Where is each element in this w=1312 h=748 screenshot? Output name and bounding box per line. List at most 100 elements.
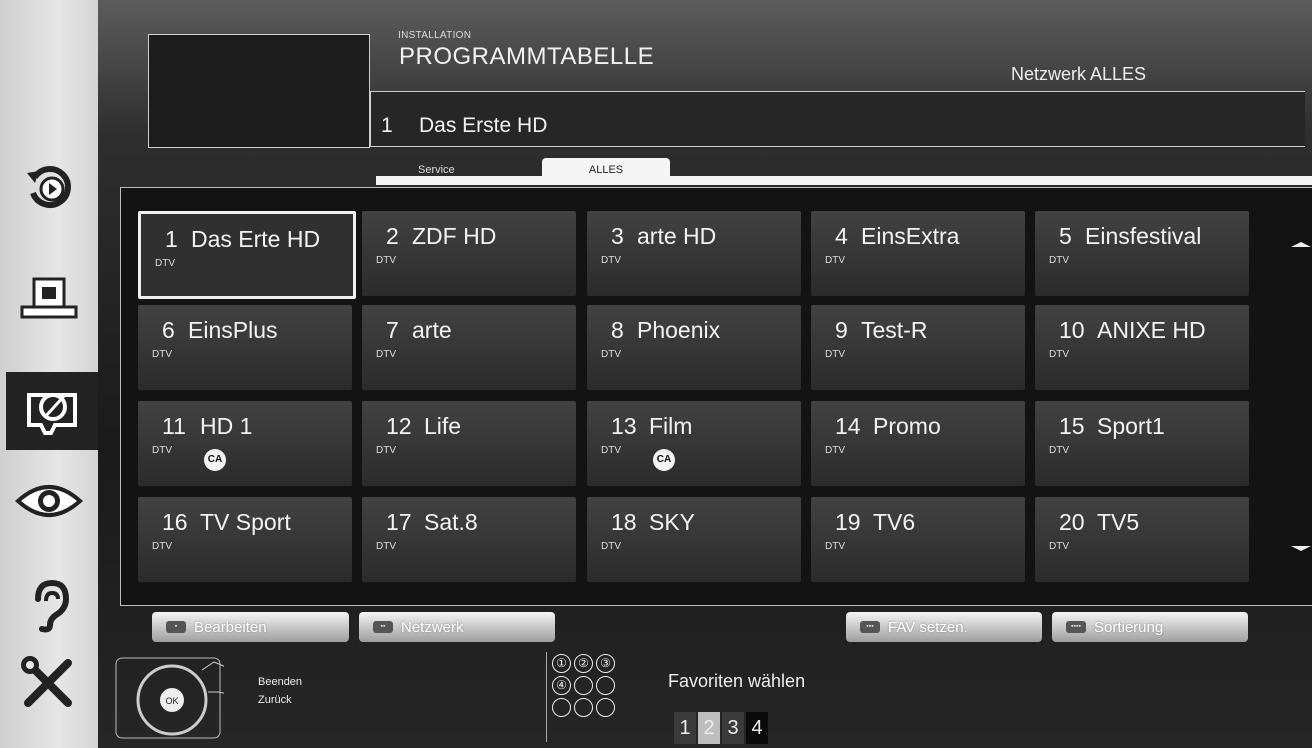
scroll-up-icon[interactable] [1291,242,1311,247]
channel-name: HD 1 [200,413,253,439]
channel-name: ZDF HD [412,223,497,249]
channel-tile[interactable]: 5 Einsfestival DTV [1035,211,1249,296]
section-label: INSTALLATION [398,30,472,41]
channel-tile[interactable]: 13 Film DTV CA [587,401,801,486]
channel-number: 11 [162,413,186,439]
channel-type: DTV [155,258,175,269]
tv-preview [148,34,370,148]
remote-control-icon: OK [115,657,224,739]
channel-name: ANIXE HD [1097,317,1206,343]
divider [546,652,547,742]
channel-tile[interactable]: 19 TV6 DTV [811,497,1025,582]
channel-tile[interactable]: 7 arte DTV [362,305,576,390]
sidebar-item-sound[interactable] [8,570,90,640]
selected-channel-bar: 1 Das Erste HD [370,91,1305,147]
favorite-slot-icon: ④ [552,676,571,695]
channel-name: TV6 [873,509,916,535]
favorite-list-2-button[interactable]: 2 [698,712,720,744]
source-icon [20,277,78,319]
yellow-key-icon: ▪▪▪ [860,621,880,633]
channel-tile[interactable]: 14 Promo DTV [811,401,1025,486]
channel-name: Sat.8 [424,509,478,535]
channel-number: 3 [611,223,624,249]
channel-number: 10 [1059,317,1085,343]
channel-type: DTV [152,445,172,456]
sort-button[interactable]: ▪▪▪▪ Sortierung [1052,612,1248,642]
channel-tile[interactable]: 10 ANIXE HD DTV [1035,305,1249,390]
channel-tile[interactable]: 20 TV5 DTV [1035,497,1249,582]
eye-icon [15,485,83,517]
sidebar [0,0,98,748]
channel-type: DTV [825,445,845,456]
channel-number: 7 [386,317,399,343]
channel-tile[interactable]: 15 Sport1 DTV [1035,401,1249,486]
channel-number: 4 [835,223,848,249]
channel-tile[interactable]: 4 EinsExtra DTV [811,211,1025,296]
channel-type: DTV [376,255,396,266]
favorite-slot-icon: ② [574,654,593,673]
channel-number: 18 [611,509,637,535]
favorite-list-1-button[interactable]: 1 [674,712,696,744]
fav-button[interactable]: ▪▪▪ FAV setzen. [846,612,1042,642]
sidebar-item-picture[interactable] [8,466,90,536]
sort-button-label: Sortierung [1094,618,1164,636]
ca-badge-icon: CA [204,449,226,471]
scroll-down-icon[interactable] [1291,546,1311,551]
channel-grid: 1 Das Erte HD DTV 2 ZDF HD DTV 3 arte HD DTV 4 Ein… [120,187,1312,606]
sidebar-item-settings[interactable] [8,648,90,718]
channel-name: SKY [649,509,696,535]
network-button-label: Netzwerk [401,618,464,636]
fav-button-label: FAV setzen. [888,618,968,636]
channel-type: DTV [152,541,172,552]
channel-number: 1 [165,226,178,252]
channel-tile[interactable]: 18 SKY DTV [587,497,801,582]
edit-button-label: Bearbeiten [194,618,267,636]
channel-number: 6 [162,317,175,343]
channel-tile[interactable]: 16 TV Sport DTV [138,497,352,582]
channel-tile[interactable]: 12 Life DTV [362,401,576,486]
ca-badge-icon: CA [653,449,675,471]
channel-name: TV Sport [200,509,291,535]
channel-tile[interactable]: 1 Das Erte HD DTV [138,211,356,299]
play-cycle-icon [27,166,71,208]
main-panel: INSTALLATION PROGRAMMTABELLE Netzwerk AL… [98,0,1312,748]
green-key-icon: ▪▪ [373,621,393,633]
red-key-icon: ▪ [166,621,186,633]
favorites-label: Favoriten wählen [668,671,806,691]
channel-name: arte [412,317,452,343]
channel-name: EinsPlus [188,317,278,343]
favorite-list-3-button[interactable]: 3 [722,712,744,744]
favorite-slot-icon [574,676,593,695]
channel-type: DTV [1049,445,1069,456]
tab-service[interactable]: Service [418,164,455,176]
channel-name: Einsfestival [1085,223,1202,249]
channel-type: DTV [825,255,845,266]
favorite-slot-icon: ③ [596,654,615,673]
channel-tile[interactable]: 3 arte HD DTV [587,211,801,296]
channel-type: DTV [601,255,621,266]
channel-number: 8 [611,317,624,343]
network-button[interactable]: ▪▪ Netzwerk [359,612,555,642]
channel-tile[interactable]: 8 Phoenix DTV [587,305,801,390]
channel-tile[interactable]: 11 HD 1 DTV CA [138,401,352,486]
channel-type: DTV [601,445,621,456]
channel-name: arte HD [637,223,717,249]
channel-name: Film [649,413,693,439]
sidebar-item-installation[interactable] [6,372,98,450]
channel-type: DTV [376,349,396,360]
channel-type: DTV [825,349,845,360]
channel-tile[interactable]: 9 Test-R DTV [811,305,1025,390]
edit-button[interactable]: ▪ Bearbeiten [152,612,349,642]
channel-tile[interactable]: 2 ZDF HD DTV [362,211,576,296]
satellite-dish-icon [27,393,77,435]
channel-tile[interactable]: 6 EinsPlus DTV [138,305,352,390]
sidebar-item-media[interactable] [8,152,90,222]
channel-number: 16 [162,509,188,535]
back-hint: Zurück [258,694,292,706]
favorite-list-4-button[interactable]: 4 [746,712,768,744]
sidebar-item-source[interactable] [8,266,90,336]
channel-tile[interactable]: 17 Sat.8 DTV [362,497,576,582]
channel-number: 15 [1059,413,1085,439]
channel-type: DTV [1049,255,1069,266]
channel-name: Phoenix [637,317,721,343]
